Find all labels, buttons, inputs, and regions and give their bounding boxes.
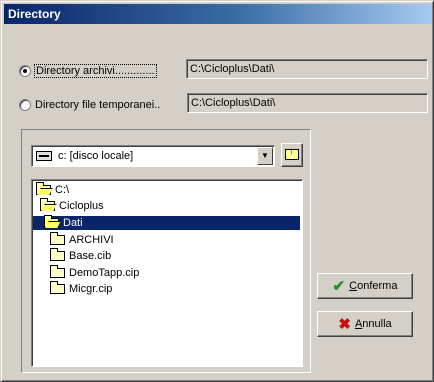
list-item-label: C:\ xyxy=(55,184,70,196)
directory-dialog: Directory Directory archivi.............… xyxy=(0,0,434,382)
list-item-label: ARCHIVI xyxy=(69,234,114,246)
folder-icon xyxy=(50,232,65,245)
radio-label-temp[interactable]: Directory file temporanei.. xyxy=(35,99,160,111)
window-title: Directory xyxy=(4,4,432,24)
list-item[interactable]: Cicloplus xyxy=(40,198,300,213)
list-item-label: DemoTapp.cip xyxy=(69,267,140,279)
chevron-down-icon[interactable]: ▼ xyxy=(257,147,273,165)
folder-icon xyxy=(50,248,65,261)
confirm-button[interactable]: ✔ Conferma xyxy=(317,273,413,299)
radio-button[interactable] xyxy=(19,99,31,111)
cancel-label-rest: nnulla xyxy=(362,318,392,330)
open-folder-icon xyxy=(44,215,59,228)
radio-directory-temp[interactable]: Directory file temporanei.. xyxy=(19,95,160,115)
temp-path-field: C:\Cicloplus\Dati\ xyxy=(187,93,428,113)
archive-path-field: C:\Cicloplus\Dati\ xyxy=(186,59,428,79)
radio-directory-archivi[interactable]: Directory archivi............. xyxy=(19,61,157,81)
list-item-label: Dati xyxy=(63,217,83,229)
up-folder-button[interactable] xyxy=(281,143,303,167)
list-item-selected[interactable]: Dati xyxy=(33,215,300,230)
up-folder-icon xyxy=(285,146,299,160)
directory-list[interactable]: C:\ Cicloplus Dati ARCHIVI Base.cib Demo… xyxy=(31,179,303,367)
list-item[interactable]: Micgr.cip xyxy=(50,281,300,296)
confirm-button-label: Conferma xyxy=(349,280,397,292)
confirm-hotkey: C xyxy=(349,280,358,292)
list-item[interactable]: ARCHIVI xyxy=(50,232,300,247)
open-folder-icon xyxy=(40,198,55,211)
list-item[interactable]: Base.cib xyxy=(50,248,300,263)
confirm-label-rest: onferma xyxy=(357,280,398,292)
radio-button-checked[interactable] xyxy=(19,65,31,77)
drive-icon xyxy=(36,151,52,161)
list-item-label: Cicloplus xyxy=(59,200,104,212)
drive-select[interactable]: c: [disco locale] ▼ xyxy=(31,145,275,167)
open-folder-icon xyxy=(36,182,51,195)
cancel-button[interactable]: ✖ Annulla xyxy=(317,311,413,337)
folder-icon xyxy=(50,281,65,294)
radio-label-archivi[interactable]: Directory archivi............. xyxy=(34,64,157,78)
list-item-label: Micgr.cip xyxy=(69,283,113,295)
drive-select-value: c: [disco locale] xyxy=(58,150,134,162)
folder-icon xyxy=(50,265,65,278)
list-item[interactable]: DemoTapp.cip xyxy=(50,265,300,280)
cancel-button-label: Annulla xyxy=(355,318,392,330)
list-item[interactable]: C:\ xyxy=(36,182,300,197)
check-icon: ✔ xyxy=(332,277,346,295)
x-icon: ✖ xyxy=(338,315,351,333)
list-item-label: Base.cib xyxy=(69,250,112,262)
